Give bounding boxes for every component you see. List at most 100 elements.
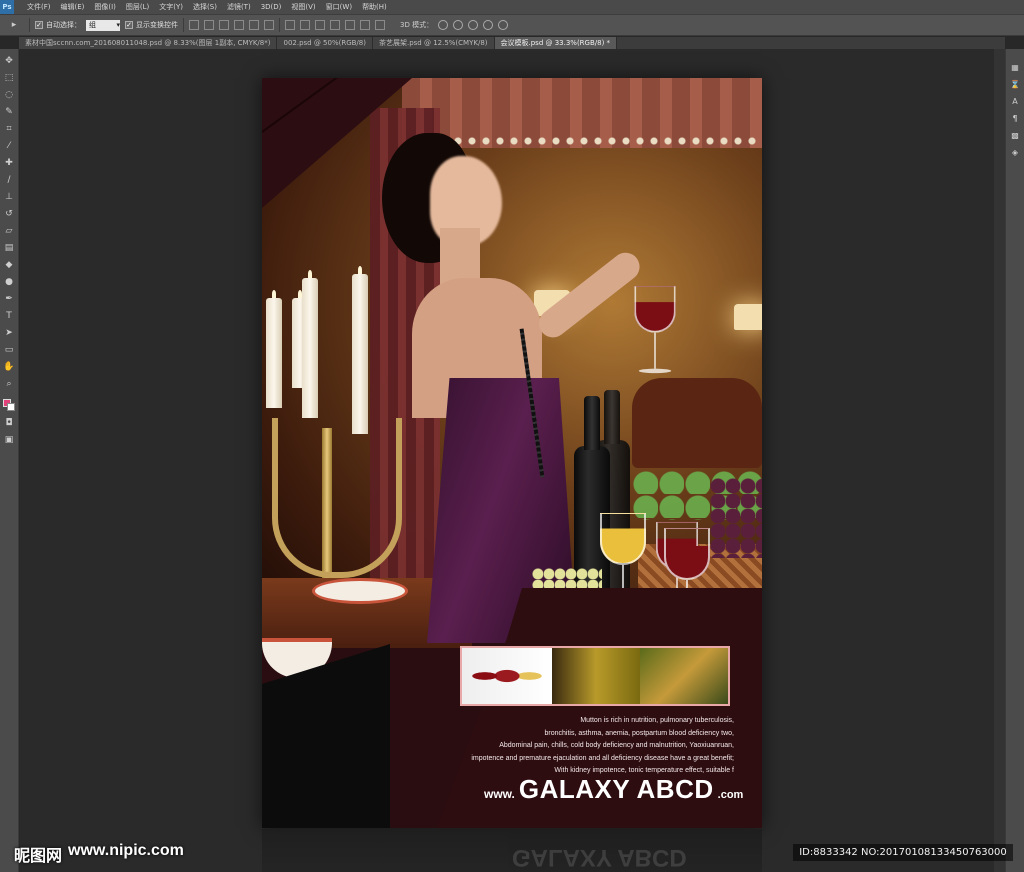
menu-edit[interactable]: 编辑(E) (56, 2, 90, 12)
show-transform-label: 显示变换控件 (136, 21, 178, 29)
table-lamp (734, 304, 762, 330)
chevron-down-icon: ▾ (116, 21, 120, 29)
checkmark-icon: ✓ (125, 21, 133, 29)
align-top-icon[interactable] (189, 20, 199, 30)
menu-image[interactable]: 图像(I) (89, 2, 121, 12)
thumbnail-glasses (462, 648, 552, 704)
artboard-reflection: GALAXY ABCD (262, 829, 762, 872)
tab-document-active[interactable]: 会议模板.psd @ 33.3%(RGB/8) * (494, 37, 618, 49)
zoom-icon[interactable]: ⌕ (3, 378, 15, 390)
marquee-icon[interactable]: ⬚ (3, 72, 15, 84)
tools-panel: ✥ ⬚ ◌ ✎ ⌗ ⁄ ✚ ∕ ⊥ ↺ ▱ ▤ ◆ ● ✒ T ➤ ▭ ✋ ⌕ … (0, 49, 19, 872)
eyedropper-icon[interactable]: ⁄ (3, 140, 15, 152)
color-swatches[interactable] (2, 399, 16, 412)
thumbnail-bottles (552, 648, 640, 704)
menu-filter[interactable]: 滤镜(T) (222, 2, 256, 12)
shape-icon[interactable]: ▭ (3, 344, 15, 356)
poster-artboard[interactable]: Mutton is rich in nutrition, pulmonary t… (262, 78, 762, 828)
app-logo[interactable]: Ps (0, 0, 14, 14)
distribute-middle-icon[interactable] (300, 20, 310, 30)
healing-brush-icon[interactable]: ✚ (3, 157, 15, 169)
show-transform-checkbox[interactable]: ✓ 显示变换控件 (125, 20, 178, 30)
pen-icon[interactable]: ✒ (3, 293, 15, 305)
type-icon[interactable]: T (3, 310, 15, 322)
menu-3d[interactable]: 3D(D) (256, 3, 287, 11)
photoshop-window: Ps 文件(F) 编辑(E) 图像(I) 图层(L) 文字(Y) 选择(S) 滤… (0, 0, 1024, 872)
distribute-bottom-icon[interactable] (315, 20, 325, 30)
screen-mode-icon[interactable]: ▣ (3, 434, 15, 446)
menu-select[interactable]: 选择(S) (188, 2, 222, 12)
rotate-3d-icon[interactable] (438, 20, 449, 30)
separator (183, 18, 184, 32)
tab-document-2[interactable]: 002.psd @ 50%(RGB/8) (277, 37, 373, 49)
paragraph-icon[interactable]: ¶ (1012, 114, 1017, 123)
clone-stamp-icon[interactable]: ⊥ (3, 191, 15, 203)
align-bottom-icon[interactable] (219, 20, 229, 30)
menu-type[interactable]: 文字(Y) (154, 2, 188, 12)
raised-wine-glass (634, 285, 676, 374)
auto-select-dropdown[interactable]: 组 ▾ (86, 19, 120, 31)
quick-mask-icon[interactable]: ◘ (3, 417, 15, 429)
tab-document-3[interactable]: 茶艺展架.psd @ 12.5%(CMYK/8) (372, 37, 495, 49)
document-tabs: 素材中国sccnn.com_201608011048.psd @ 8.33%(图… (19, 37, 1005, 49)
gradient-icon[interactable]: ▤ (3, 242, 15, 254)
history-icon[interactable]: ⌛ (1010, 80, 1020, 89)
scale-3d-icon[interactable] (498, 20, 509, 30)
dinner-plate (312, 578, 408, 604)
auto-align-icon[interactable] (375, 20, 385, 30)
candle (302, 270, 318, 418)
path-select-icon[interactable]: ➤ (3, 327, 15, 339)
swatches-icon[interactable]: ▩ (1011, 131, 1019, 140)
brand-suffix: .com (717, 789, 744, 801)
hand-icon[interactable]: ✋ (3, 361, 15, 373)
roll-3d-icon[interactable] (453, 20, 464, 30)
tab-document-1[interactable]: 素材中国sccnn.com_201608011048.psd @ 8.33%(图… (19, 37, 278, 49)
panel-collapse-strip[interactable] (994, 49, 1005, 872)
eraser-icon[interactable]: ▱ (3, 225, 15, 237)
menu-bar: Ps 文件(F) 编辑(E) 图像(I) 图层(L) 文字(Y) 选择(S) 滤… (0, 0, 1024, 14)
body-line: Mutton is rich in nutrition, pulmonary t… (580, 717, 734, 724)
quick-select-icon[interactable]: ✎ (3, 106, 15, 118)
distribute-left-icon[interactable] (330, 20, 340, 30)
align-middle-icon[interactable] (204, 20, 214, 30)
drag-3d-icon[interactable] (468, 20, 479, 30)
checkmark-icon: ✓ (35, 21, 43, 29)
armchair (632, 378, 762, 468)
menu-view[interactable]: 视图(V) (286, 2, 320, 12)
dodge-icon[interactable]: ● (3, 276, 15, 288)
watermark-site-cn: 昵图网 (14, 848, 63, 865)
cube-icon[interactable]: ◈ (1012, 148, 1018, 157)
menu-help[interactable]: 帮助(H) (357, 2, 392, 12)
crop-icon[interactable]: ⌗ (3, 123, 15, 135)
distribute-right-icon[interactable] (360, 20, 370, 30)
lasso-icon[interactable]: ◌ (3, 89, 15, 101)
move-tool-preset-icon[interactable]: ▸ (4, 18, 24, 32)
layers-icon[interactable]: ▦ (1011, 63, 1019, 72)
brand-prefix: www. (484, 787, 515, 801)
move-icon[interactable]: ✥ (3, 55, 15, 67)
distribute-center-icon[interactable] (345, 20, 355, 30)
watermark-left: 昵图网 www.nipic.com (14, 842, 184, 866)
blur-icon[interactable]: ◆ (3, 259, 15, 271)
brand-url: www. GALAXY ABCD .com (484, 774, 743, 805)
background-color-swatch[interactable] (6, 403, 15, 411)
reflected-brand: GALAXY ABCD (512, 844, 687, 871)
canvas-area[interactable]: Mutton is rich in nutrition, pulmonary t… (20, 49, 994, 872)
auto-select-checkbox[interactable]: ✓ 自动选择： (35, 20, 81, 30)
distribute-top-icon[interactable] (285, 20, 295, 30)
slide-3d-icon[interactable] (483, 20, 494, 30)
curtain-tassels (452, 133, 762, 153)
separator (279, 18, 280, 32)
brush-icon[interactable]: ∕ (3, 174, 15, 186)
watermark-site-url: www.nipic.com (68, 842, 184, 859)
character-icon[interactable]: A (1012, 97, 1017, 106)
menu-layer[interactable]: 图层(L) (121, 2, 154, 12)
menu-window[interactable]: 窗口(W) (321, 2, 357, 12)
align-right-icon[interactable] (264, 20, 274, 30)
align-center-icon[interactable] (249, 20, 259, 30)
candle (266, 290, 282, 408)
history-brush-icon[interactable]: ↺ (3, 208, 15, 220)
align-left-icon[interactable] (234, 20, 244, 30)
panel-dock: ▦ ⌛ A ¶ ▩ ◈ (1005, 49, 1024, 872)
menu-file[interactable]: 文件(F) (22, 2, 56, 12)
